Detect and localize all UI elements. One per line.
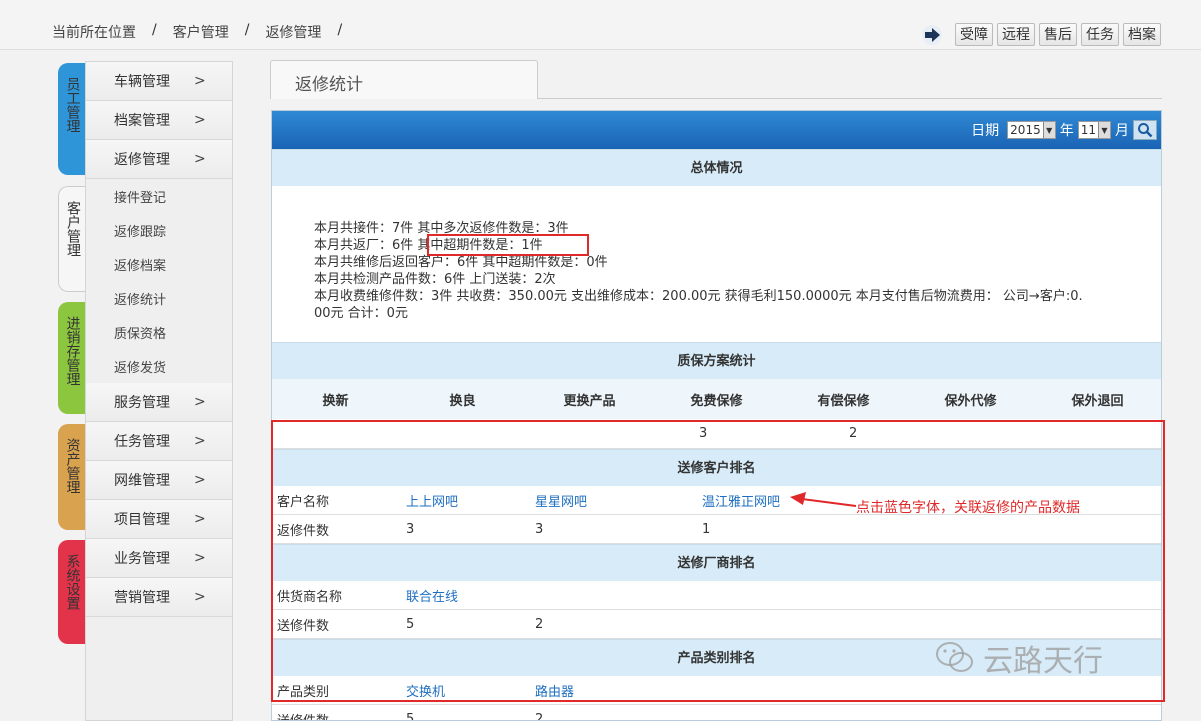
breadcrumb-repair-mgmt[interactable]: 返修管理 [265, 22, 321, 42]
month-unit: 月 [1115, 123, 1129, 139]
chevron-right-icon: > [194, 151, 206, 167]
chevron-right-icon: > [194, 394, 206, 410]
menu-item-task[interactable]: 任务管理 > [86, 422, 232, 461]
menu-label: 网维管理 [114, 473, 170, 489]
watermark-text: 云路天行 [983, 644, 1103, 679]
tab-system-settings[interactable]: 系统设置 [58, 540, 86, 644]
row-label: 送修件数 [277, 713, 330, 721]
top-bar: 当前所在位置 / 客户管理 / 返修管理 / 受障 远程 售后 任务 档案 [0, 0, 1201, 50]
col-header: 换新 [322, 393, 349, 409]
summary-line: 本月共维修后返回客户：6件 其中超期件数是：0件 [314, 255, 608, 270]
summary-block: 本月共接件：7件 其中多次返修件数是：3件 本月共返厂：6件 其中超期件数是：1… [272, 186, 1161, 342]
tab-inventory-mgmt[interactable]: 进销存管理 [58, 302, 86, 414]
chevron-right-icon: > [194, 589, 206, 605]
breadcrumb-separator: / [244, 22, 250, 38]
section-warranty: 质保方案统计 [272, 342, 1161, 379]
table-row: 送修件数 5 2 [272, 705, 1161, 721]
section-overall: 总体情况 [272, 149, 1161, 186]
dropdown-arrow-icon: ▼ [1098, 122, 1110, 138]
highlight-box-overdue [427, 234, 589, 256]
submenu-item-shipping[interactable]: 返修发货 [86, 349, 232, 383]
tab-asset-mgmt[interactable]: 资产管理 [58, 424, 86, 530]
menu-label: 业务管理 [114, 551, 170, 567]
sidebar-menu: 车辆管理 > 档案管理 > 返修管理 > 接件登记 返修跟踪 返修档案 返修统计 质保… [85, 61, 233, 721]
remote-button[interactable]: 远程 [997, 23, 1035, 46]
submenu-item-repair-stats[interactable]: 返修统计 [86, 281, 232, 315]
arrow-right-icon[interactable] [921, 24, 943, 46]
col-header: 更换产品 [563, 393, 616, 409]
col-header: 保外退回 [1071, 393, 1124, 409]
menu-label: 服务管理 [114, 395, 170, 411]
wechat-icon [936, 642, 973, 672]
page-title-tab[interactable]: 返修统计 [270, 60, 538, 99]
summary-line: 本月共检测产品件数：6件 上门送装：2次 [314, 272, 556, 287]
chevron-right-icon: > [194, 112, 206, 128]
task-button[interactable]: 任务 [1081, 23, 1119, 46]
warranty-header-row: 换新 换良 更换产品 免费保修 有偿保修 保外代修 保外退回 [272, 379, 1161, 419]
submenu-item-intake[interactable]: 接件登记 [86, 179, 232, 213]
fault-button[interactable]: 受障 [955, 23, 993, 46]
annotation-text: 点击蓝色字体，关联返修的产品数据 [856, 500, 1080, 516]
breadcrumb-customer-mgmt[interactable]: 客户管理 [173, 22, 229, 42]
tab-label: 进销存管理 [64, 316, 81, 386]
archive-button[interactable]: 档案 [1123, 23, 1161, 46]
chevron-right-icon: > [194, 433, 206, 449]
search-button[interactable] [1133, 120, 1157, 140]
summary-line: 00元 合计：0元 [314, 306, 408, 321]
top-actions: 受障 远程 售后 任务 档案 [921, 23, 1161, 46]
menu-item-marketing[interactable]: 营销管理 > [86, 578, 232, 617]
breadcrumb: 当前所在位置 / 客户管理 / 返修管理 / [52, 22, 342, 42]
menu-item-vehicle[interactable]: 车辆管理 > [86, 62, 232, 101]
menu-item-netmaint[interactable]: 网维管理 > [86, 461, 232, 500]
year-unit: 年 [1059, 123, 1074, 139]
menu-label: 营销管理 [114, 590, 170, 606]
annotation-arrow-icon [790, 492, 857, 507]
submenu-item-warranty[interactable]: 质保资格 [86, 315, 232, 349]
col-header: 保外代修 [944, 393, 997, 409]
breadcrumb-separator: / [152, 22, 157, 38]
col-header: 有偿保修 [817, 393, 870, 409]
watermark: 云路天行 [935, 636, 1103, 680]
chevron-right-icon: > [194, 511, 206, 527]
tab-label: 资产管理 [64, 438, 81, 494]
submenu-item-repair-archive[interactable]: 返修档案 [86, 247, 232, 281]
month-select[interactable]: 11 ▼ [1077, 121, 1111, 139]
after-sales-button[interactable]: 售后 [1039, 23, 1077, 46]
col-header: 免费保修 [690, 393, 743, 409]
tab-label: 客户管理 [65, 201, 81, 257]
submenu-item-tracking[interactable]: 返修跟踪 [86, 213, 232, 247]
menu-label: 返修管理 [114, 152, 170, 168]
chevron-right-icon: > [194, 73, 206, 89]
menu-item-business[interactable]: 业务管理 > [86, 539, 232, 578]
menu-label: 车辆管理 [114, 74, 170, 90]
table-cell: 2 [535, 711, 544, 721]
menu-label: 档案管理 [114, 113, 170, 129]
table-cell: 5 [406, 711, 415, 721]
menu-item-service[interactable]: 服务管理 > [86, 383, 232, 422]
month-value: 11 [1080, 123, 1096, 137]
panel-header: 日期 2015 ▼ 年 11 ▼ 月 [272, 111, 1161, 149]
menu-item-project[interactable]: 项目管理 > [86, 500, 232, 539]
chevron-right-icon: > [194, 472, 206, 488]
divider [538, 98, 1162, 99]
tab-customer-mgmt[interactable]: 客户管理 [58, 186, 86, 292]
breadcrumb-label: 当前所在位置 [52, 25, 136, 41]
year-select[interactable]: 2015 ▼ [1007, 121, 1056, 139]
tab-label: 系统设置 [64, 554, 81, 610]
menu-item-repair[interactable]: 返修管理 > [86, 140, 232, 179]
tab-employee-mgmt[interactable]: 员工管理 [58, 63, 86, 175]
menu-item-archive[interactable]: 档案管理 > [86, 101, 232, 140]
summary-line: 本月收费维修件数：3件 共收费：350.00元 支出维修成本：200.00元 获… [314, 289, 1083, 304]
search-icon [1138, 123, 1153, 138]
col-header: 换良 [449, 393, 476, 409]
dropdown-arrow-icon: ▼ [1042, 122, 1055, 138]
year-value: 2015 [1010, 123, 1041, 137]
breadcrumb-separator: / [337, 22, 343, 38]
chevron-right-icon: > [194, 550, 206, 566]
date-label: 日期 [971, 123, 1000, 139]
menu-label: 项目管理 [114, 512, 170, 528]
tab-label: 员工管理 [64, 77, 81, 133]
menu-label: 任务管理 [114, 434, 170, 450]
